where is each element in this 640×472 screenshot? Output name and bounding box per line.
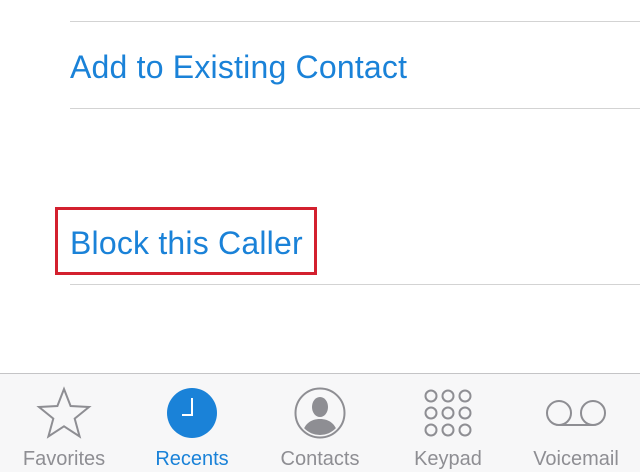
keypad-icon — [384, 384, 512, 442]
tab-recents[interactable]: Recents — [128, 374, 256, 472]
tab-label: Contacts — [280, 448, 360, 470]
separator — [70, 284, 640, 285]
clock-icon — [128, 384, 256, 442]
star-icon — [0, 384, 128, 442]
tab-voicemail[interactable]: Voicemail — [512, 374, 640, 472]
separator — [70, 108, 640, 109]
voicemail-icon — [512, 384, 640, 442]
tab-keypad[interactable]: Keypad — [384, 374, 512, 472]
tab-label: Voicemail — [533, 448, 619, 470]
tab-label: Keypad — [414, 448, 482, 470]
add-to-existing-contact-button[interactable]: Add to Existing Contact — [70, 47, 407, 87]
person-icon — [256, 384, 384, 442]
highlight-annotation-box — [55, 207, 317, 275]
tab-favorites[interactable]: Favorites — [0, 374, 128, 472]
separator — [70, 21, 640, 22]
contact-actions-list: Add to Existing Contact Block this Calle… — [0, 0, 640, 373]
tab-bar: Favorites Recents Contacts Keypad Voicem… — [0, 373, 640, 472]
tab-label: Favorites — [22, 448, 106, 470]
tab-contacts[interactable]: Contacts — [256, 374, 384, 472]
tab-label: Recents — [155, 448, 229, 470]
